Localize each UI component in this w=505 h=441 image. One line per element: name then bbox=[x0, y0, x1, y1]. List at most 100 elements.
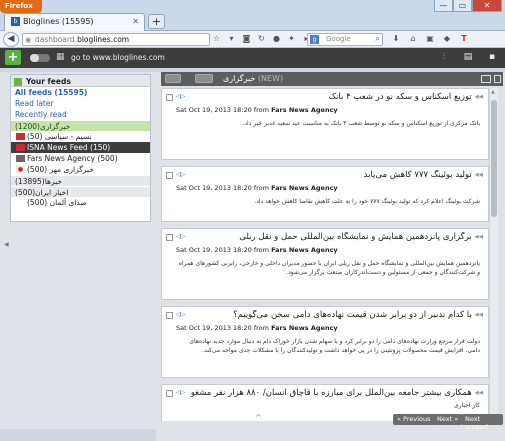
collapse-sidebar-icon[interactable]: ◀ bbox=[4, 241, 9, 248]
view-toggle[interactable] bbox=[30, 54, 50, 62]
scrollbar-thumb[interactable] bbox=[491, 100, 497, 217]
feed-favicon-icon: ● bbox=[16, 166, 25, 173]
article-source[interactable]: Fars News Agency bbox=[271, 184, 338, 192]
star-icon[interactable]: ☆ bbox=[211, 33, 222, 44]
tab-bar: Firefox b Bloglines (15595) ✕ + — ▭ ✕ bbox=[0, 0, 505, 31]
refresh-icon[interactable]: ↻ bbox=[256, 33, 267, 44]
sidebar-item-recently-read[interactable]: Recently read bbox=[11, 109, 150, 120]
sidebar-item-all-feeds[interactable]: All feeds (15595) bbox=[11, 87, 150, 98]
add-feed-button[interactable]: + bbox=[5, 50, 21, 65]
toolbar-right: ⫶ ▤ ▪ bbox=[437, 51, 499, 64]
feed-label: (500) خبرگزاری مهر bbox=[27, 165, 94, 174]
magnifier-icon[interactable]: ⌕ bbox=[376, 34, 380, 44]
address-bar[interactable]: ◉ dashboard.bloglines.com bbox=[22, 33, 210, 46]
sidebar: Your feeds All feeds (15595) Read later … bbox=[0, 72, 156, 441]
sidebar-feed-selected[interactable]: ISNA News Feed (150) bbox=[11, 142, 150, 153]
page-icon[interactable]: ▤ bbox=[461, 51, 475, 64]
home-icon[interactable]: ⌂ bbox=[407, 33, 419, 44]
goto-link[interactable]: go to www.bloglines.com bbox=[71, 53, 165, 62]
article-checkbox[interactable] bbox=[166, 234, 173, 241]
firefox-addon-icon[interactable]: ● bbox=[271, 33, 282, 44]
bookmark-icon[interactable]: ▣ bbox=[424, 33, 436, 44]
grid-icon[interactable]: ▦ bbox=[56, 52, 67, 63]
sidebar-feed[interactable]: (50) نسیم - سیاسی bbox=[11, 131, 150, 142]
sidebar-item-read-later[interactable]: Read later bbox=[11, 98, 150, 109]
article-list: ◁▷ ◂◂ توزیع اسکناس و سکه نو در شعب ۴ بان… bbox=[161, 88, 489, 421]
text-icon[interactable]: T bbox=[458, 33, 470, 44]
article-title[interactable]: ◂◂ توزیع اسکناس و سکه نو در شعب ۴ بانک bbox=[190, 92, 483, 102]
article-item[interactable]: ◁▷ ◂◂ تولید بوئینگ ۷۷۷ کاهش می‌یابد Sat … bbox=[161, 166, 489, 222]
sliders-icon[interactable]: ⫶ bbox=[437, 51, 451, 64]
article-checkbox[interactable] bbox=[166, 94, 173, 101]
article-source[interactable]: Fars News Agency bbox=[271, 246, 338, 254]
article-body: بانک مرکزی از توزیع اسکناس و سکه نو توسط… bbox=[242, 120, 480, 127]
article-source[interactable]: Fars News Agency bbox=[271, 106, 338, 114]
article-from: from bbox=[253, 246, 269, 254]
share-icon[interactable]: ◁▷ bbox=[176, 93, 185, 100]
article-body: کار اجباری bbox=[453, 402, 480, 409]
new-tab-button[interactable]: + bbox=[148, 14, 165, 29]
rss-icon[interactable]: ◙ bbox=[241, 33, 252, 44]
scroll-up-icon[interactable]: ▲ bbox=[491, 89, 495, 95]
url-domain: bloglines.com bbox=[77, 35, 130, 44]
your-feeds-header[interactable]: Your feeds bbox=[11, 75, 150, 87]
article-title-text: برگزاری پانزدهمین همایش و نمایشگاه بین‌ا… bbox=[239, 232, 472, 242]
share-icon[interactable]: ◁▷ bbox=[176, 171, 185, 178]
sidebar-feed[interactable]: ● (500) خبرگزاری مهر bbox=[11, 164, 150, 175]
article-title-text: همکاری بیشتر جامعه بین‌الملل برای مبارزه… bbox=[190, 388, 472, 398]
browser-window: Firefox b Bloglines (15595) ✕ + — ▭ ✕ ◀ ◉… bbox=[0, 0, 505, 441]
feed-label: Fars News Agency (500) bbox=[27, 154, 118, 163]
browser-tab[interactable]: b Bloglines (15595) ✕ bbox=[4, 13, 145, 31]
article-title[interactable]: ◂◂ همکاری بیشتر جامعه بین‌الملل برای مبا… bbox=[190, 388, 483, 398]
reload-icon[interactable]: ▾ bbox=[226, 33, 237, 44]
profile-icon[interactable]: ▪ bbox=[485, 51, 499, 64]
puzzle-icon[interactable]: ✦ bbox=[286, 33, 297, 44]
address-bar-icons: ☆ ▾ ◙ ↻ ● ✦ ▸ bbox=[211, 33, 312, 44]
view-options-button[interactable] bbox=[195, 74, 213, 83]
minimize-button[interactable]: — bbox=[434, 0, 453, 12]
article-item[interactable]: ◁▷ ◂◂ برگزاری پانزدهمین همایش و نمایشگاه… bbox=[161, 228, 489, 300]
article-source[interactable]: Fars News Agency bbox=[271, 324, 338, 332]
list-view-icon[interactable] bbox=[481, 75, 491, 83]
next-unread-button[interactable]: Next unread bbox=[461, 414, 503, 431]
next-button[interactable]: Next » bbox=[433, 414, 463, 425]
sidebar-feed[interactable]: (500) صدای آلمان bbox=[11, 197, 150, 208]
download-icon[interactable]: ⬇ bbox=[390, 33, 402, 44]
search-placeholder: Google bbox=[326, 35, 351, 43]
article-title[interactable]: ◂◂ تولید بوئینگ ۷۷۷ کاهش می‌یابد bbox=[190, 170, 483, 180]
sidebar-feed[interactable]: Fars News Agency (500) bbox=[11, 153, 150, 164]
back-button[interactable]: ◀ bbox=[3, 32, 19, 47]
firefox-menu-button[interactable]: Firefox bbox=[0, 0, 42, 13]
sidebar-folder-iran-news[interactable]: (500)اخبار ایران bbox=[11, 186, 150, 197]
sidebar-folder-news[interactable]: (13895)خبرها bbox=[11, 175, 150, 186]
feed-title: خبرگزاری (NEW) bbox=[223, 74, 283, 83]
article-title[interactable]: ◂◂ برگزاری پانزدهمین همایش و نمایشگاه بی… bbox=[190, 232, 483, 242]
search-box[interactable]: g Google ⌕ bbox=[307, 33, 383, 46]
article-checkbox[interactable] bbox=[166, 390, 173, 397]
feed-icon[interactable]: ◆ bbox=[441, 33, 453, 44]
select-all-checkbox[interactable] bbox=[165, 74, 181, 83]
feed-label: (500) صدای آلمان bbox=[27, 198, 87, 207]
article-item[interactable]: ◁▷ ◂◂ با کدام تدبیر از دو برابر شدن قیمت… bbox=[161, 306, 489, 378]
share-icon[interactable]: ◁▷ bbox=[176, 311, 185, 318]
article-title-text: توزیع اسکناس و سکه نو در شعب ۴ بانک bbox=[328, 92, 472, 102]
globe-icon: ◉ bbox=[25, 36, 32, 44]
share-icon[interactable]: ◁▷ bbox=[176, 233, 185, 240]
previous-button[interactable]: « Previous bbox=[393, 414, 435, 425]
sidebar-folder-news-agency[interactable]: (1200)خبرگزاری bbox=[11, 120, 150, 131]
article-title[interactable]: ◂◂ با کدام تدبیر از دو برابر شدن قیمت نه… bbox=[190, 310, 483, 320]
article-from: from bbox=[253, 324, 269, 332]
article-date: Sat Oct 19, 2013 18:20 bbox=[176, 184, 252, 192]
share-icon[interactable]: ◁▷ bbox=[176, 389, 185, 396]
article-checkbox[interactable] bbox=[166, 312, 173, 319]
toolbar-icons: ⬇ ⌂ ▣ ◆ T bbox=[390, 33, 470, 44]
maximize-button[interactable]: ▭ bbox=[453, 0, 472, 12]
close-tab-icon[interactable]: ✕ bbox=[132, 17, 139, 26]
close-window-button[interactable]: ✕ bbox=[472, 0, 502, 12]
google-icon: g bbox=[310, 35, 319, 44]
expand-view-icon[interactable] bbox=[494, 75, 501, 83]
article-list-scrollbar[interactable]: ▲ ▼ bbox=[489, 88, 498, 421]
article-checkbox[interactable] bbox=[166, 172, 173, 179]
scroll-top-icon[interactable]: ^ bbox=[255, 413, 262, 422]
article-item[interactable]: ◁▷ ◂◂ توزیع اسکناس و سکه نو در شعب ۴ بان… bbox=[161, 88, 489, 160]
